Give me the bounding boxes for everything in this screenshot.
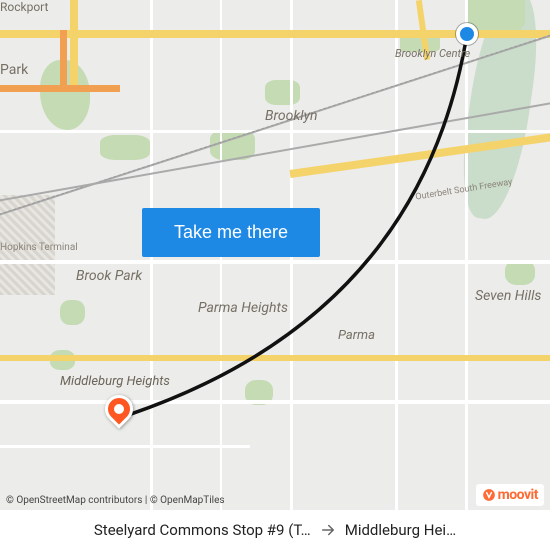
arrow-right-icon (319, 521, 337, 539)
highway-ramp (60, 30, 67, 90)
road (0, 445, 250, 448)
moovit-icon (482, 488, 496, 502)
route-summary-bar: Steelyard Commons Stop #9 (T… Middleburg… (0, 510, 550, 550)
moovit-logo[interactable]: moovit (476, 484, 544, 506)
route-from-label: Steelyard Commons Stop #9 (T… (94, 521, 311, 539)
route-to-label: Middleburg Hei… (345, 521, 456, 539)
road (395, 0, 398, 510)
origin-marker[interactable] (456, 23, 478, 45)
park-shape (60, 300, 85, 325)
park-shape (100, 135, 150, 160)
road (465, 0, 468, 510)
pin-icon (99, 389, 139, 429)
moovit-label: moovit (498, 487, 538, 503)
map-attribution: © OpenStreetMap contributors | © OpenMap… (6, 495, 225, 506)
take-me-there-button[interactable]: Take me there (142, 208, 320, 257)
park-shape (265, 80, 300, 105)
highway (70, 0, 78, 90)
map-viewport[interactable]: Take me there Rockport Park Brooklyn Bro… (0, 0, 550, 510)
destination-marker[interactable] (105, 395, 133, 423)
highway (0, 355, 550, 361)
